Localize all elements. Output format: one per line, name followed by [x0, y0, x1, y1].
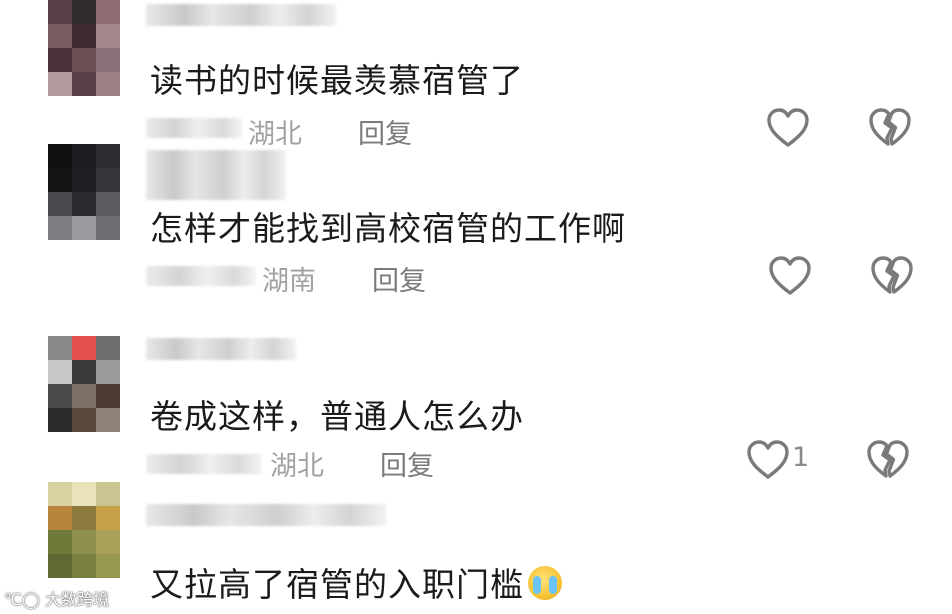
broken-heart-icon — [867, 440, 909, 478]
avatar-pixel — [48, 48, 72, 72]
like-button[interactable] — [768, 256, 812, 296]
avatar-pixel — [96, 192, 120, 216]
avatar-pixel — [96, 408, 120, 432]
avatar[interactable] — [48, 0, 120, 96]
meta-blurred — [146, 118, 242, 138]
avatar-pixel — [96, 0, 120, 24]
avatar-pixel — [72, 48, 96, 72]
avatar-pixel — [48, 144, 72, 168]
avatar-pixel — [72, 24, 96, 48]
avatar-pixel — [96, 216, 120, 240]
avatar-pixel — [96, 336, 120, 360]
avatar[interactable] — [48, 336, 120, 432]
avatar-pixel — [96, 24, 120, 48]
avatar-pixel — [48, 216, 72, 240]
meta-blurred — [146, 266, 256, 286]
comment-item: 读书的时候最羡慕宿管了 湖北 回复 — [0, 0, 952, 150]
avatar-pixel — [48, 408, 72, 432]
comment-text: 怎样才能找到高校宿管的工作啊 — [150, 209, 626, 248]
username-blurred[interactable] — [146, 504, 386, 526]
avatar-pixel — [72, 384, 96, 408]
watermark: ℃◯ 大数跨境 — [4, 586, 109, 610]
avatar-pixel — [72, 554, 96, 578]
comment-text: 读书的时候最羡慕宿管了 — [150, 61, 524, 100]
avatar-pixel — [72, 216, 96, 240]
avatar-pixel — [96, 384, 120, 408]
avatar-pixel — [48, 554, 72, 578]
avatar-pixel — [96, 554, 120, 578]
avatar-pixel — [72, 72, 96, 96]
watermark-text: 大数跨境 — [44, 590, 109, 609]
crying-face-emoji — [528, 566, 562, 600]
heart-outline-icon — [747, 440, 789, 479]
like-button[interactable] — [746, 440, 790, 480]
username-blurred[interactable] — [146, 4, 336, 26]
username-blurred[interactable] — [146, 150, 286, 200]
avatar-pixel — [72, 0, 96, 24]
reply-button[interactable]: 回复 — [380, 444, 434, 483]
avatar-pixel — [96, 144, 120, 168]
avatar-pixel — [72, 192, 96, 216]
avatar-pixel — [72, 168, 96, 192]
meta-blurred — [146, 454, 262, 474]
dislike-button[interactable] — [866, 440, 910, 480]
avatar[interactable] — [48, 144, 120, 240]
avatar-pixel — [72, 144, 96, 168]
heart-outline-icon — [769, 256, 811, 295]
reply-button[interactable]: 回复 — [372, 259, 426, 298]
comment-item: 怎样才能找到高校宿管的工作啊 湖南 回复 — [0, 140, 952, 310]
avatar-pixel — [72, 336, 96, 360]
avatar-pixel — [96, 506, 120, 530]
avatar-pixel — [96, 482, 120, 506]
comment-text: 又拉高了宿管的入职门槛 — [150, 558, 562, 606]
broken-heart-icon — [871, 256, 913, 294]
username-blurred[interactable] — [146, 338, 296, 360]
comment-location: 湖北 — [270, 451, 324, 482]
comment-text: 卷成这样，普通人怎么办 — [150, 397, 524, 436]
avatar-pixel — [96, 72, 120, 96]
avatar-pixel — [96, 360, 120, 384]
avatar-pixel — [48, 482, 72, 506]
comment-item: 卷成这样，普通人怎么办 湖北 回复 1 — [0, 330, 952, 490]
avatar-pixel — [96, 48, 120, 72]
avatar-pixel — [48, 360, 72, 384]
comment-text-content: 又拉高了宿管的入职门槛 — [150, 565, 524, 604]
avatar-pixel — [48, 336, 72, 360]
avatar-pixel — [48, 0, 72, 24]
avatar-pixel — [48, 530, 72, 554]
avatar-pixel — [72, 360, 96, 384]
avatar-pixel — [72, 530, 96, 554]
avatar-pixel — [72, 482, 96, 506]
avatar-pixel — [72, 408, 96, 432]
avatar-pixel — [48, 384, 72, 408]
avatar-pixel — [72, 506, 96, 530]
avatar-pixel — [48, 506, 72, 530]
avatar[interactable] — [48, 482, 120, 578]
avatar-pixel — [48, 72, 72, 96]
comment-item: 又拉高了宿管的入职门槛 — [0, 480, 952, 614]
dislike-button[interactable] — [870, 256, 914, 296]
like-count: 1 — [792, 442, 810, 473]
avatar-pixel — [48, 192, 72, 216]
avatar-pixel — [96, 530, 120, 554]
avatar-pixel — [96, 168, 120, 192]
watermark-logo-icon: ℃◯ — [4, 590, 40, 609]
comment-location: 湖南 — [262, 266, 316, 297]
avatar-pixel — [48, 168, 72, 192]
avatar-pixel — [48, 24, 72, 48]
